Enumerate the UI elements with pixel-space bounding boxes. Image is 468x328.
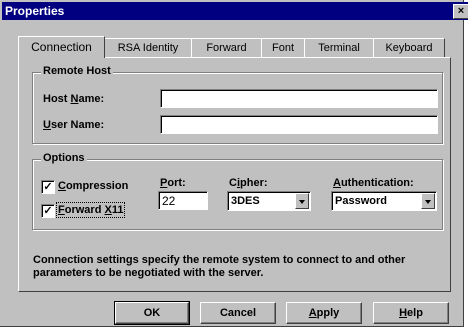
apply-button[interactable]: Apply: [286, 302, 362, 324]
tab-forward[interactable]: Forward: [191, 38, 262, 57]
port-label: Port:: [160, 177, 186, 189]
host-name-label: Host Name:: [43, 93, 105, 105]
cancel-button[interactable]: Cancel: [200, 302, 276, 324]
help-button[interactable]: Help: [373, 302, 449, 324]
user-name-field[interactable]: [160, 115, 438, 134]
compression-checkbox[interactable]: ✓: [41, 180, 55, 194]
authentication-select[interactable]: Password: [331, 191, 437, 211]
cipher-label: Cipher:: [229, 177, 268, 189]
properties-dialog: Properties × Connection RSA Identity For…: [0, 0, 468, 327]
remote-host-legend: Remote Host: [41, 65, 113, 77]
chevron-down-icon[interactable]: [295, 193, 309, 209]
tab-font[interactable]: Font: [261, 38, 305, 57]
authentication-label: Authentication:: [333, 177, 414, 189]
connection-description: Connection settings specify the remote s…: [33, 254, 406, 279]
cipher-value: 3DES: [231, 195, 260, 207]
port-field[interactable]: 22: [158, 191, 208, 210]
title-bar: Properties ×: [2, 2, 468, 20]
cipher-select[interactable]: 3DES: [227, 191, 311, 211]
remote-host-group: Remote Host Host Name: User Name:: [32, 65, 443, 144]
forward-x11-label: Forward X11: [55, 202, 126, 218]
ok-button[interactable]: OK: [114, 301, 190, 325]
host-name-field[interactable]: [160, 89, 438, 108]
tab-terminal[interactable]: Terminal: [304, 38, 374, 57]
user-name-label: User Name:: [43, 119, 105, 131]
window-title: Properties: [5, 4, 65, 18]
close-icon[interactable]: ×: [453, 4, 468, 19]
tab-keyboard[interactable]: Keyboard: [373, 38, 445, 57]
tab-connection[interactable]: Connection: [18, 36, 105, 58]
options-legend: Options: [41, 152, 87, 164]
tab-rsa-identity[interactable]: RSA Identity: [104, 38, 192, 57]
authentication-value: Password: [335, 195, 387, 207]
options-group: Options ✓ Compression ✓ Forward X11 Port…: [32, 152, 443, 230]
chevron-down-icon[interactable]: [421, 193, 435, 209]
forward-x11-checkbox[interactable]: ✓: [41, 204, 55, 218]
compression-label: Compression: [58, 180, 129, 192]
